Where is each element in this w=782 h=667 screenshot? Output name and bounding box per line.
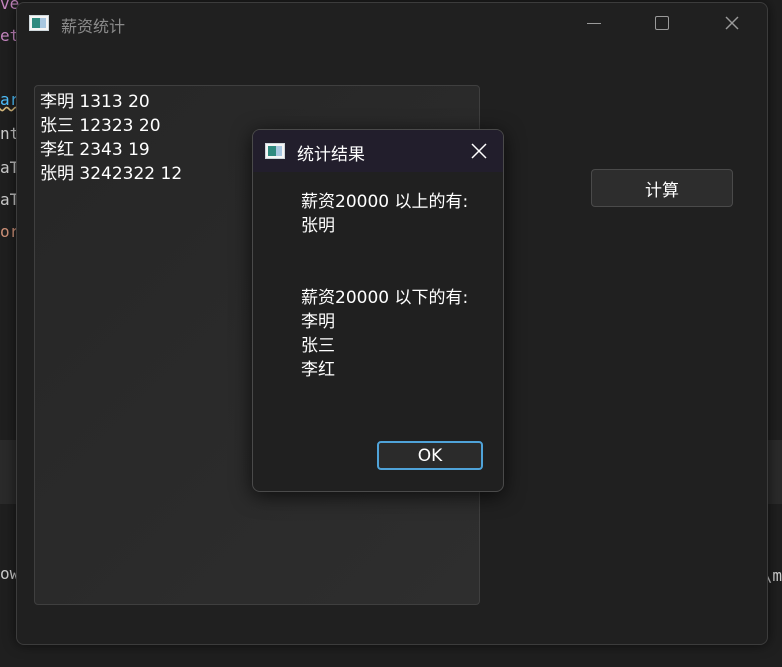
message-line: 张三 <box>301 336 335 356</box>
maximize-icon <box>655 16 669 30</box>
close-icon <box>725 16 739 30</box>
minimize-button[interactable] <box>571 3 617 43</box>
input-line: 李明 1313 20 <box>40 92 150 112</box>
ok-button[interactable]: OK <box>377 441 483 470</box>
calculate-button[interactable]: 计算 <box>591 169 733 207</box>
message-line <box>301 262 496 286</box>
dialog-close-button[interactable] <box>461 136 497 166</box>
maximize-button[interactable] <box>639 3 685 43</box>
dialog-message: 薪资20000 以上的有: 张明 薪资20000 以下的有: 李明 张三 李红 <box>301 190 496 382</box>
message-line: 李红 <box>301 360 335 380</box>
result-dialog: 统计结果 薪资20000 以上的有: 张明 薪资20000 以下的有: 李明 张… <box>252 129 504 492</box>
message-line: 薪资20000 以上的有: <box>301 192 469 212</box>
title-bar[interactable]: 薪资统计 <box>17 3 767 43</box>
close-icon <box>471 143 487 159</box>
minimize-icon <box>587 22 601 24</box>
app-window-icon <box>265 143 285 159</box>
message-line: 李明 <box>301 312 335 332</box>
message-line <box>301 238 496 262</box>
close-button[interactable] <box>709 3 755 43</box>
message-line: 张明 <box>301 216 335 236</box>
message-line: 薪资20000 以下的有: <box>301 288 469 308</box>
app-window-icon <box>29 15 49 31</box>
dialog-title: 统计结果 <box>297 145 365 165</box>
window-title: 薪资统计 <box>61 17 126 36</box>
dialog-title-bar[interactable]: 统计结果 <box>253 130 503 172</box>
